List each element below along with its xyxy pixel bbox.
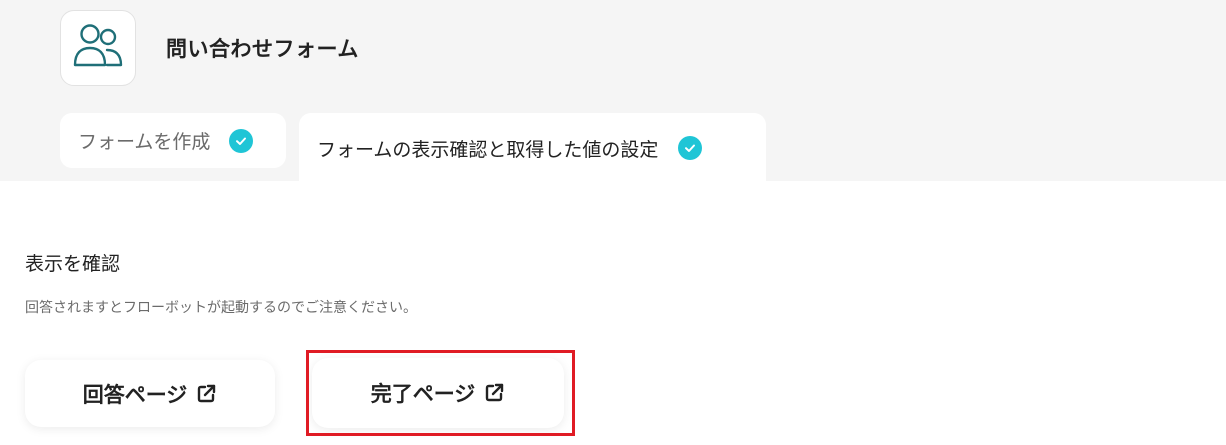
answer-page-button[interactable]: 回答ページ	[25, 360, 275, 427]
tab-create-form[interactable]: フォームを作成	[60, 113, 286, 168]
app-icon-tile	[60, 10, 136, 86]
tab-label: フォームの表示確認と取得した値の設定	[317, 138, 659, 161]
check-circle-icon	[229, 128, 254, 153]
section-title: 表示を確認	[25, 253, 121, 275]
tab-display-settings[interactable]: フォームの表示確認と取得した値の設定	[299, 113, 766, 183]
complete-page-button[interactable]: 完了ページ	[312, 358, 564, 428]
tab-label: フォームを作成	[78, 131, 211, 153]
check-circle-icon	[678, 136, 703, 160]
button-label: 完了ページ	[370, 382, 476, 406]
external-link-icon	[195, 383, 217, 405]
users-icon	[72, 23, 124, 73]
page-title: 問い合わせフォーム	[166, 37, 359, 61]
section-note: 回答されますとフローボットが起動するのでご注意ください。	[25, 300, 417, 316]
external-link-icon	[483, 382, 505, 404]
button-label: 回答ページ	[82, 382, 188, 407]
